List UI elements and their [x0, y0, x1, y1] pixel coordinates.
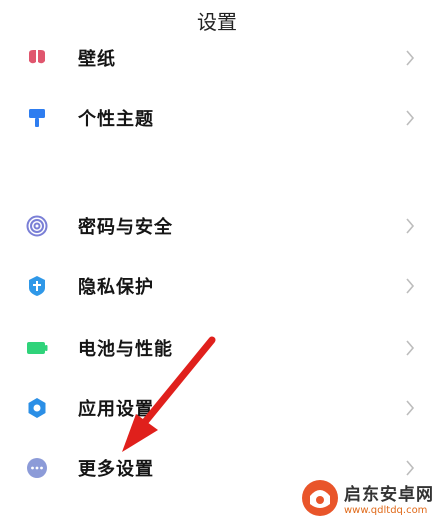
red-arrow-annotation: [122, 336, 216, 452]
watermark-logo-icon: [302, 480, 338, 516]
watermark-url: www.qdltdq.com: [344, 505, 428, 516]
watermark: 启东安卓网 www.qdltdq.com: [300, 474, 434, 522]
watermark-name: 启东安卓网: [344, 485, 434, 505]
